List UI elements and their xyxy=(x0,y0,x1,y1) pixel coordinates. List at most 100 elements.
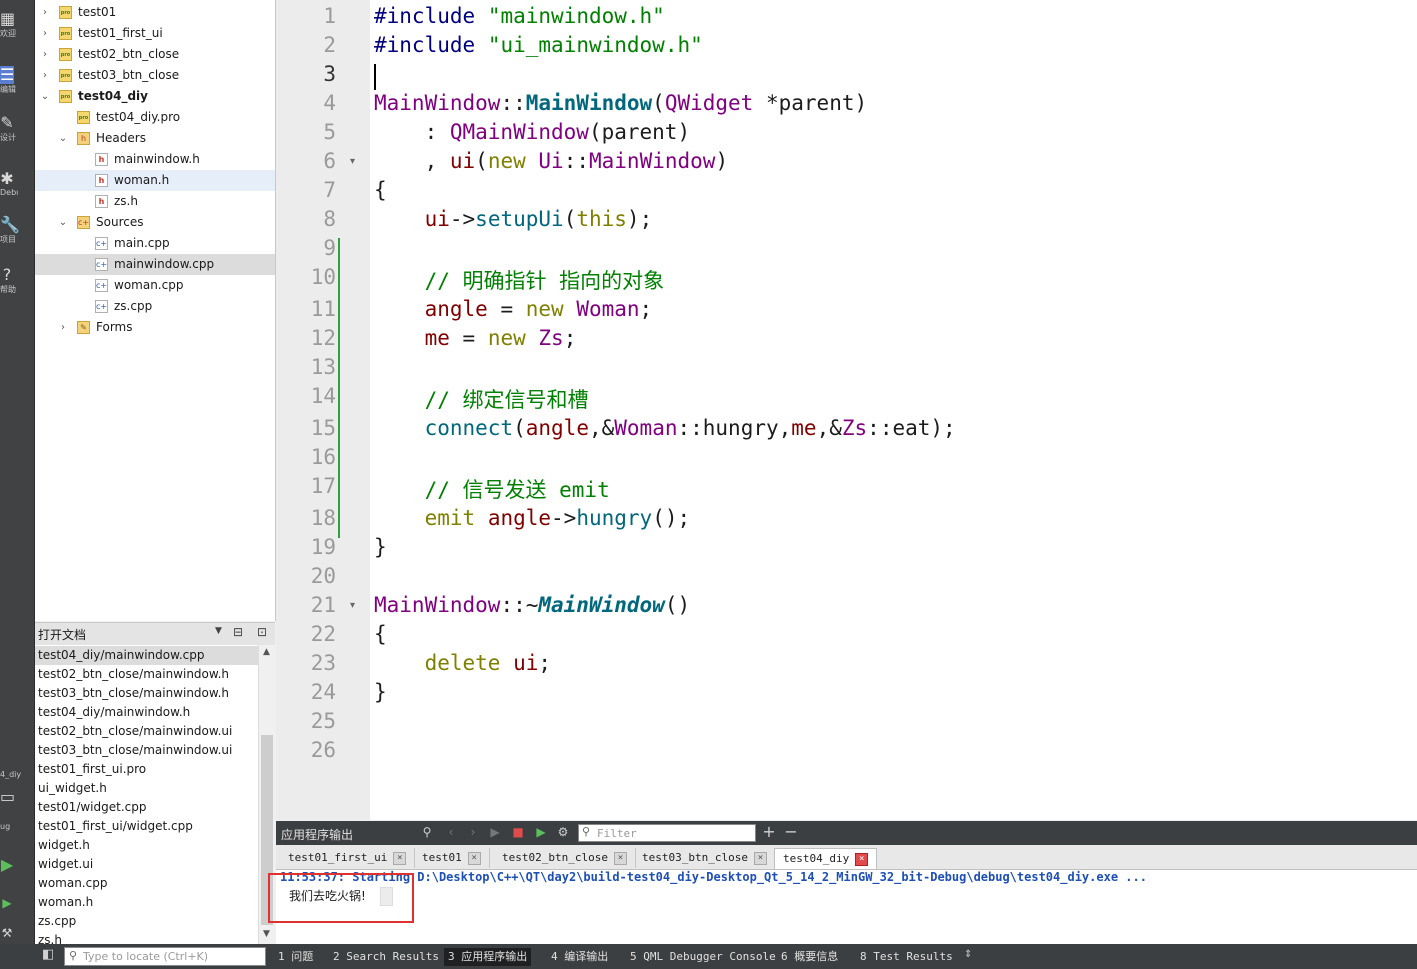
open-document-item[interactable]: test04_diy/mainwindow.cpp xyxy=(35,646,258,665)
chevron-right-icon[interactable]: › xyxy=(39,2,51,23)
tree-item[interactable]: c+ woman.cpp xyxy=(35,275,275,296)
close-icon[interactable]: × xyxy=(613,851,627,865)
open-document-item[interactable]: test03_btn_close/mainwindow.h xyxy=(35,684,258,703)
output-tab-label: test03_btn_close xyxy=(642,851,748,864)
chevron-down-icon[interactable]: ⌄ xyxy=(57,128,69,149)
tree-item[interactable]: c+ main.cpp xyxy=(35,233,275,254)
open-document-item[interactable]: test01_first_ui.pro xyxy=(35,760,258,779)
project-icon: pro xyxy=(59,90,72,103)
debug-run-icon[interactable]: ▶ xyxy=(534,825,548,839)
attach-icon[interactable]: ⚲ xyxy=(420,825,434,839)
chevron-right-icon[interactable]: › xyxy=(57,317,69,338)
output-filter-field[interactable]: ⚲ xyxy=(578,824,756,842)
kit-selector[interactable]: 4_diy ▭ xyxy=(0,766,34,806)
close-pane-icon[interactable]: ⊡ xyxy=(257,625,267,639)
chevron-down-icon[interactable]: ⌄ xyxy=(39,86,51,107)
mode-edit[interactable]: ☰ 编辑 xyxy=(0,62,34,94)
fold-toggle-icon[interactable]: ▾ xyxy=(350,600,355,611)
search-icon: ⚲ xyxy=(69,949,78,962)
open-document-item[interactable]: widget.h xyxy=(35,836,258,855)
debug-run-button[interactable]: ▶ xyxy=(0,890,34,922)
locator-input[interactable] xyxy=(83,949,263,964)
close-icon[interactable]: × xyxy=(467,851,481,865)
output-pane-tab[interactable]: 1 问题 xyxy=(274,948,317,966)
output-tab[interactable]: test04_diy × xyxy=(774,848,878,869)
build-button[interactable]: ⚒ xyxy=(0,920,34,944)
open-document-item[interactable]: widget.ui xyxy=(35,855,258,874)
tree-item[interactable]: h zs.h xyxy=(35,191,275,212)
line-number: 14 xyxy=(310,384,336,408)
open-document-item[interactable]: zs.h xyxy=(35,931,258,944)
open-document-item[interactable]: test03_btn_close/mainwindow.ui xyxy=(35,741,258,760)
code-line: MainWindow::~MainWindow() xyxy=(374,593,691,617)
output-pane-tab[interactable]: 8 Test Results xyxy=(856,948,957,966)
chevron-right-icon[interactable]: › xyxy=(39,65,51,86)
open-document-item[interactable]: woman.cpp xyxy=(35,874,258,893)
line-number: 17 xyxy=(310,474,336,498)
toggle-sidebar-icon[interactable]: ◧ xyxy=(42,947,54,962)
open-document-item[interactable]: test04_diy/mainwindow.h xyxy=(35,703,258,722)
zoom-in-icon[interactable]: + xyxy=(762,824,776,840)
output-tab[interactable]: test02_btn_close × xyxy=(494,848,636,868)
mode-design[interactable]: ✎ 设计 xyxy=(0,110,34,143)
output-pane-tab[interactable]: 5 QML Debugger Console xyxy=(626,948,780,966)
output-pane-tab[interactable]: 6 概要信息 xyxy=(777,948,842,966)
mode-debug[interactable]: ✱ Debug xyxy=(0,166,34,198)
forms-folder-icon: ✎ xyxy=(77,321,90,334)
output-pane-tab[interactable]: 3 应用程序输出 xyxy=(444,948,532,966)
run-mode-button[interactable]: ▶ xyxy=(0,852,34,884)
tree-item[interactable]: ⌄ pro test04_diy xyxy=(35,86,275,107)
tree-item[interactable]: h mainwindow.h xyxy=(35,149,275,170)
tree-item[interactable]: pro test04_diy.pro xyxy=(35,107,275,128)
tree-item[interactable]: › pro test02_btn_close xyxy=(35,44,275,65)
tree-item[interactable]: › pro test01_first_ui xyxy=(35,23,275,44)
more-tabs-icon[interactable]: ⇕ xyxy=(964,949,972,960)
stop-icon[interactable]: ■ xyxy=(511,825,525,839)
mode-project[interactable]: 🔧 项目 xyxy=(0,212,34,245)
output-tab[interactable]: test01 × xyxy=(414,848,490,868)
output-pane-tab[interactable]: 4 编译输出 xyxy=(547,948,612,966)
settings-gear-icon[interactable]: ⚙ xyxy=(556,825,570,839)
open-document-item[interactable]: zs.cpp xyxy=(35,912,258,931)
rerun-icon[interactable]: ▶ xyxy=(488,825,502,839)
tree-item[interactable]: c+ mainwindow.cpp xyxy=(35,254,275,275)
chevron-right-icon[interactable]: › xyxy=(39,44,51,65)
chevron-down-icon[interactable]: ⌄ xyxy=(57,212,69,233)
filter-input[interactable] xyxy=(597,826,747,840)
tree-item-label: test03_btn_close xyxy=(78,68,180,82)
close-icon[interactable]: × xyxy=(393,851,407,865)
tree-item[interactable]: ⌄ c+ Sources xyxy=(35,212,275,233)
tree-item[interactable]: › ✎ Forms xyxy=(35,317,275,338)
scroll-down-icon[interactable]: ▼ xyxy=(263,929,270,939)
next-icon[interactable]: › xyxy=(466,825,480,839)
open-document-item[interactable]: ui_widget.h xyxy=(35,779,258,798)
split-icon[interactable]: ⊟ xyxy=(233,625,243,639)
chevron-right-icon[interactable]: › xyxy=(39,23,51,44)
mode-help[interactable]: ? 帮助 xyxy=(0,262,34,295)
open-document-item[interactable]: test02_btn_close/mainwindow.ui xyxy=(35,722,258,741)
code-editor[interactable]: #include "mainwindow.h" #include "ui_main… xyxy=(370,0,1417,820)
close-icon[interactable]: × xyxy=(855,852,869,866)
output-tab[interactable]: test01_first_ui × xyxy=(280,848,416,868)
tree-item[interactable]: h woman.h xyxy=(35,170,275,191)
locator-field[interactable]: ⚲ xyxy=(64,947,266,966)
open-document-item[interactable]: test01/widget.cpp xyxy=(35,798,258,817)
open-document-item[interactable]: test02_btn_close/mainwindow.h xyxy=(35,665,258,684)
open-document-item[interactable]: woman.h xyxy=(35,893,258,912)
tree-item[interactable]: › pro test03_btn_close xyxy=(35,65,275,86)
output-pane-tab[interactable]: 2 Search Results xyxy=(329,948,443,966)
zoom-out-icon[interactable]: − xyxy=(784,824,798,840)
prev-icon[interactable]: ‹ xyxy=(444,825,458,839)
scroll-up-icon[interactable]: ▲ xyxy=(263,647,270,657)
open-document-item[interactable]: test01_first_ui/widget.cpp xyxy=(35,817,258,836)
output-tab[interactable]: test03_btn_close × xyxy=(634,848,776,868)
output-text-area[interactable]: 11:53:37: Starting D:\Desktop\C++\QT\day… xyxy=(268,870,1417,944)
close-icon[interactable]: × xyxy=(753,851,767,865)
tree-item[interactable]: c+ zs.cpp xyxy=(35,296,275,317)
mode-welcome[interactable]: ▦ 欢迎 xyxy=(0,6,34,39)
fold-toggle-icon[interactable]: ▾ xyxy=(350,156,355,167)
tree-item[interactable]: › pro test01 xyxy=(35,2,275,23)
dropdown-chevron-icon[interactable]: ▼ xyxy=(215,626,222,636)
edit-icon: ☰ xyxy=(0,65,15,84)
tree-item[interactable]: ⌄ h Headers xyxy=(35,128,275,149)
